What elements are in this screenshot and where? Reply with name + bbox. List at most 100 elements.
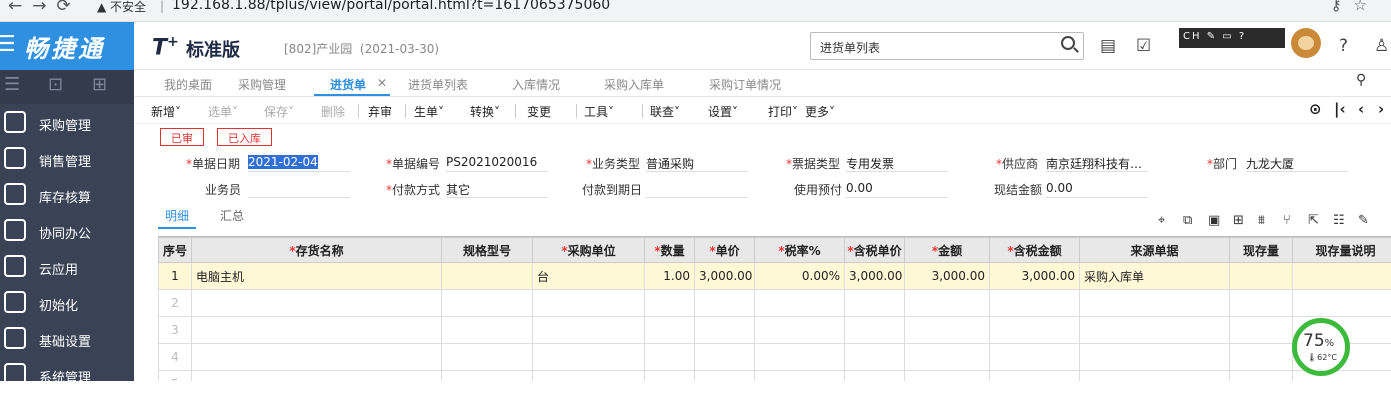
table-cell[interactable]: 3,000.00 [845, 263, 905, 290]
table-cell[interactable] [845, 371, 905, 382]
table-cell[interactable] [990, 344, 1080, 371]
table-cell[interactable] [442, 290, 533, 317]
table-cell[interactable] [533, 290, 645, 317]
performance-gauge[interactable]: 75% 🌡62°C [1292, 318, 1350, 376]
table-cell[interactable] [192, 290, 442, 317]
table-cell[interactable] [755, 290, 845, 317]
help-icon[interactable]: ? [1339, 36, 1348, 56]
table-cell[interactable] [755, 371, 845, 382]
table-cell[interactable]: 采购入库单 [1080, 263, 1230, 290]
table-cell[interactable] [1080, 371, 1230, 382]
address-bar[interactable]: 192.168.1.88/tplus/view/portal/portal.ht… [172, 0, 610, 13]
table-cell[interactable] [695, 371, 755, 382]
table-cell[interactable] [1080, 290, 1230, 317]
table-cell[interactable] [990, 317, 1080, 344]
dept-field[interactable]: 九龙大厦 [1246, 153, 1348, 172]
next-page-icon[interactable]: › [1378, 100, 1384, 118]
table-cell[interactable] [845, 290, 905, 317]
table-cell[interactable] [442, 263, 533, 290]
doc-no-field[interactable]: PS2021020016 [446, 153, 548, 172]
table-cell[interactable]: 1.00 [645, 263, 695, 290]
toolbar-button-2[interactable]: 保存˅ [264, 103, 294, 120]
table-cell[interactable] [645, 371, 695, 382]
biz-type-field[interactable]: 普通采购 [646, 153, 748, 172]
toolbar-button-10[interactable]: 设置˅ [708, 103, 738, 120]
column-header[interactable]: *金额 [905, 238, 990, 263]
column-header[interactable]: 现存量 [1230, 238, 1293, 263]
ime-mascot-icon[interactable] [1291, 28, 1321, 58]
browser-actions[interactable]: ⚷☆ [1331, 0, 1379, 14]
add-doc-icon[interactable]: ⊞ [92, 74, 107, 95]
due-date-field[interactable] [646, 179, 748, 198]
table-row[interactable]: 5 [159, 371, 1391, 382]
tab-receipt-list[interactable]: 进货单列表 [408, 76, 468, 93]
table-cell[interactable]: 2 [159, 290, 192, 317]
table-cell[interactable]: 0.00% [755, 263, 845, 290]
toolbar-button-4[interactable]: 弃审 [368, 103, 392, 120]
sidebar-item-0[interactable]: 采购管理 [0, 105, 134, 141]
search-icon[interactable] [1061, 36, 1075, 50]
table-cell[interactable]: 台 [533, 263, 645, 290]
edit-icon[interactable]: ✎ [1358, 213, 1369, 228]
table-row[interactable]: 2 [159, 290, 1391, 317]
list-icon[interactable]: ☰ [4, 74, 20, 95]
table-cell[interactable]: 5 [159, 371, 192, 382]
table-row[interactable]: 3 [159, 317, 1391, 344]
table-cell[interactable] [1080, 317, 1230, 344]
table-cell[interactable] [442, 371, 533, 382]
table-cell[interactable]: 3 [159, 317, 192, 344]
paste-row-icon[interactable]: ▣ [1208, 213, 1220, 228]
prev-page-icon[interactable]: ‹ [1358, 100, 1364, 118]
supplier-field[interactable]: 南京廷翔科技有… [1046, 153, 1148, 172]
user-icon[interactable]: ♙ [1374, 36, 1389, 56]
sidebar-item-7[interactable]: 系统管理 [0, 357, 134, 393]
close-icon[interactable]: ✕ [377, 76, 387, 90]
column-header[interactable]: 规格型号 [442, 238, 533, 263]
table-cell[interactable] [1230, 317, 1293, 344]
doc-date-field[interactable]: 2021-02-04 [248, 153, 350, 172]
toolbar-button-9[interactable]: 联查˅ [650, 103, 680, 120]
table-cell[interactable] [1230, 344, 1293, 371]
table-cell[interactable] [905, 344, 990, 371]
search-input[interactable]: 进货单列表 [810, 32, 1084, 60]
tab-po-status[interactable]: 采购订单情况 [709, 76, 781, 93]
tab-purchase-receipt[interactable]: 进货单 [330, 76, 366, 93]
pay-method-field[interactable]: 其它 [446, 179, 548, 198]
tab-detail[interactable]: 明细 [165, 207, 189, 224]
search-doc-icon[interactable]: ⊡ [48, 74, 63, 95]
column-header[interactable]: 现存量说明 [1293, 238, 1391, 263]
table-cell[interactable] [192, 371, 442, 382]
table-row[interactable]: 1电脑主机台1.003,000.000.00%3,000.003,000.003… [159, 263, 1391, 290]
cash-field[interactable]: 0.00 [1046, 179, 1148, 198]
filter-icon[interactable]: ⩩ [1258, 213, 1265, 228]
table-cell[interactable] [442, 317, 533, 344]
table-cell[interactable] [645, 344, 695, 371]
table-cell[interactable] [192, 317, 442, 344]
table-cell[interactable] [1293, 290, 1391, 317]
table-cell[interactable] [990, 371, 1080, 382]
table-row[interactable]: 4 [159, 344, 1391, 371]
insert-row-icon[interactable]: ⊞ [1233, 213, 1244, 228]
table-cell[interactable] [442, 344, 533, 371]
table-cell[interactable] [905, 317, 990, 344]
table-cell[interactable] [1230, 290, 1293, 317]
menu-icon[interactable]: ☰ [0, 32, 16, 57]
location-icon[interactable]: ⌖ [1158, 213, 1165, 228]
table-cell[interactable] [695, 290, 755, 317]
table-cell[interactable] [905, 290, 990, 317]
table-cell[interactable] [1293, 263, 1391, 290]
tab-purchase-mgmt[interactable]: 采购管理 [238, 76, 286, 93]
tab-search-icon[interactable]: ⚲ [1356, 72, 1366, 88]
table-cell[interactable] [755, 317, 845, 344]
table-cell[interactable] [695, 317, 755, 344]
table-cell[interactable]: 3,000.00 [990, 263, 1080, 290]
table-cell[interactable] [1080, 344, 1230, 371]
table-cell[interactable] [755, 344, 845, 371]
column-header[interactable]: *含税单价 [845, 238, 905, 263]
toolbar-button-5[interactable]: 生单˅ [414, 103, 444, 120]
split-icon[interactable]: ⑂ [1283, 213, 1291, 228]
table-cell[interactable]: 4 [159, 344, 192, 371]
table-cell[interactable]: 1 [159, 263, 192, 290]
sidebar-item-6[interactable]: 基础设置 [0, 321, 134, 357]
security-warning[interactable]: ▲ 不安全 [97, 0, 146, 15]
